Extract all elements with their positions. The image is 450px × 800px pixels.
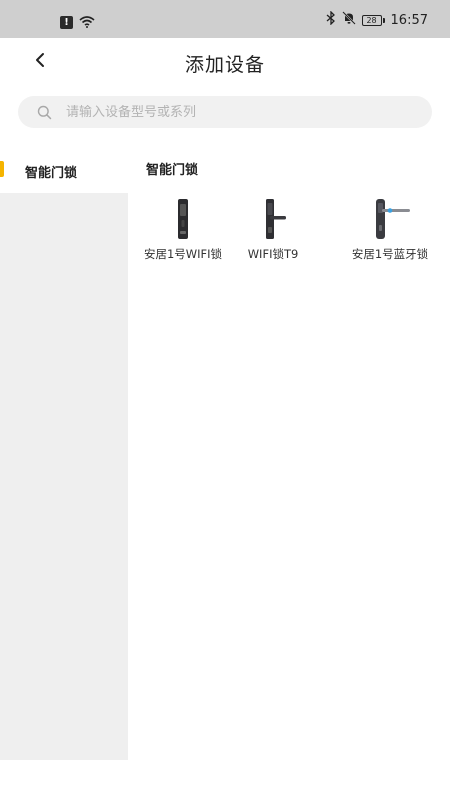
wifi-icon — [79, 13, 95, 32]
status-right: 28 16:57 — [326, 10, 428, 29]
sidebar-item-label: 智能门锁 — [25, 166, 78, 181]
selected-indicator — [0, 161, 4, 177]
lock-vertical-panel-icon — [131, 194, 235, 244]
device-item-wifi-lock-t9[interactable]: WIFI锁T9 — [221, 194, 325, 274]
search-icon — [36, 104, 52, 120]
battery-icon: 28 — [361, 14, 385, 26]
clock-time: 16:57 — [390, 12, 428, 28]
device-label: 安居1号蓝牙锁 — [351, 247, 429, 261]
lock-long-handle-icon — [338, 194, 442, 244]
category-sidebar: 智能门锁 — [0, 150, 128, 760]
status-bar: ! 28 16:57 — [0, 0, 450, 38]
device-label: WIFI锁T9 — [247, 247, 299, 261]
device-grid: 安居1号WIFI锁 WIFI锁T9 安居1号蓝牙锁 — [128, 194, 450, 274]
device-item-wifi-lock-1[interactable]: 安居1号WIFI锁 — [131, 194, 235, 274]
battery-level: 28 — [361, 14, 382, 26]
status-left: ! — [60, 13, 95, 32]
lock-handle-panel-icon — [221, 194, 325, 244]
sidebar-item-smart-lock[interactable]: 智能门锁 — [0, 150, 128, 193]
header: 添加设备 — [0, 38, 450, 88]
bluetooth-icon — [326, 10, 336, 29]
section-title: 智能门锁 — [146, 163, 199, 178]
battery-tip — [382, 17, 385, 23]
search-input[interactable] — [66, 104, 386, 120]
page-title: 添加设备 — [184, 54, 265, 76]
alert-icon: ! — [60, 16, 73, 29]
device-content: 智能门锁 安居1号WIFI锁 WIFI锁T9 安居1号蓝牙锁 — [128, 150, 450, 760]
search-bar[interactable] — [18, 96, 432, 128]
mute-bell-icon — [341, 11, 356, 29]
device-item-bluetooth-lock-1[interactable]: 安居1号蓝牙锁 — [338, 194, 442, 274]
